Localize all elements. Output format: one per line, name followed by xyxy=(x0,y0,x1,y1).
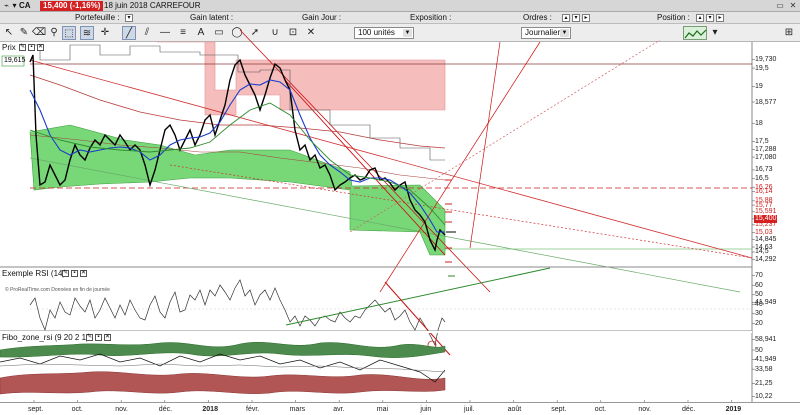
rsi-panel-title: Exemple RSI (14) xyxy=(2,269,66,278)
fibo-mid-line xyxy=(0,363,446,373)
price-axis-label: 17,080 xyxy=(755,153,777,161)
price-panel-title: Prix xyxy=(2,43,16,52)
month-label: nov. xyxy=(638,406,652,413)
fibo-panel-title: Fibo_zone_rsi (9 20 2 1) xyxy=(2,333,89,342)
rsi-options-icon[interactable]: ▪ xyxy=(71,270,78,277)
price-axis-label: 19 xyxy=(755,82,763,90)
price-axis-label: 18,577 xyxy=(755,98,777,106)
chart-canvas[interactable] xyxy=(0,0,800,402)
trading-app: ⌁ ▾ CA 15,400 (-1,16%) 18 juin 2018 CARR… xyxy=(0,0,800,415)
price-settings-icon[interactable]: ✎ xyxy=(19,44,26,51)
rsi-panel xyxy=(0,266,752,356)
current-price-badge: 15,400 xyxy=(754,214,778,223)
month-label: sept. xyxy=(551,406,567,413)
fibo-lower-band xyxy=(0,371,446,395)
fibo-settings-icon[interactable]: ✎ xyxy=(86,334,93,341)
fibo-panel-label: Fibo_zone_rsi (9 20 2 1) xyxy=(2,333,91,343)
rsi-panel-label: Exemple RSI (14) xyxy=(2,269,68,279)
rsi-axis-label: 60 xyxy=(755,281,763,289)
price-options-icon[interactable]: ▪ xyxy=(28,44,35,51)
rsi-axis-label: 40 xyxy=(755,300,763,308)
month-label: oct. xyxy=(71,406,83,413)
month-label: sept. xyxy=(28,406,44,413)
left-value-badge: 19,615 xyxy=(4,57,26,64)
month-label: oct. xyxy=(594,406,607,413)
price-panel-label: Prix xyxy=(2,43,18,53)
rsi-settings-icon[interactable]: ✎ xyxy=(62,270,69,277)
month-label: 2019 xyxy=(725,406,742,413)
rsi-support-trendline[interactable] xyxy=(285,267,551,326)
rsi-axis-label: 70 xyxy=(755,272,763,280)
fibo-panel xyxy=(0,330,752,395)
month-label: déc. xyxy=(682,406,696,413)
time-axis: sept. oct. nov. déc. 2018 févr. mars avr. mai jui… xyxy=(0,402,800,415)
fibo-options-icon[interactable]: ▪ xyxy=(95,334,102,341)
price-axis-label: 14,292 xyxy=(755,256,777,264)
fibo-axis-label: 21,25 xyxy=(755,380,773,388)
fibo-axis-label: 41,949 xyxy=(755,355,777,363)
month-label: août xyxy=(507,406,522,413)
fibo-close-icon[interactable]: ✕ xyxy=(104,334,111,341)
month-label: mai xyxy=(376,406,389,413)
month-label: nov. xyxy=(115,406,128,413)
month-label: juin xyxy=(420,406,432,413)
month-label: déc. xyxy=(158,406,173,413)
price-axis-label: 18 xyxy=(755,119,763,127)
month-label: 2018 xyxy=(202,406,218,413)
price-close-icon[interactable]: ✕ xyxy=(37,44,44,51)
watermark-text: © ProRealTime.com Données en fin de jour… xyxy=(5,287,110,293)
price-axis-label: 19,5 xyxy=(755,64,769,72)
rsi-axis-label: 30 xyxy=(755,310,763,318)
fibo-axis-label: 10,22 xyxy=(755,392,773,400)
fibo-axis-label: 33,58 xyxy=(755,365,773,373)
fibo-axis-label: 50 xyxy=(755,346,763,354)
price-axis-label: 16,5 xyxy=(755,174,769,182)
month-label: avr. xyxy=(333,406,345,413)
price-axis-label: 16,14 xyxy=(755,188,773,196)
month-label: mars xyxy=(289,406,306,413)
fibo-upper-band xyxy=(0,342,446,358)
rsi-axis-label: 20 xyxy=(755,319,763,327)
month-label: juil. xyxy=(464,406,475,413)
month-label: févr. xyxy=(246,406,260,413)
rsi-close-icon[interactable]: ✕ xyxy=(80,270,87,277)
fibo-axis-label: 58,941 xyxy=(755,336,777,344)
